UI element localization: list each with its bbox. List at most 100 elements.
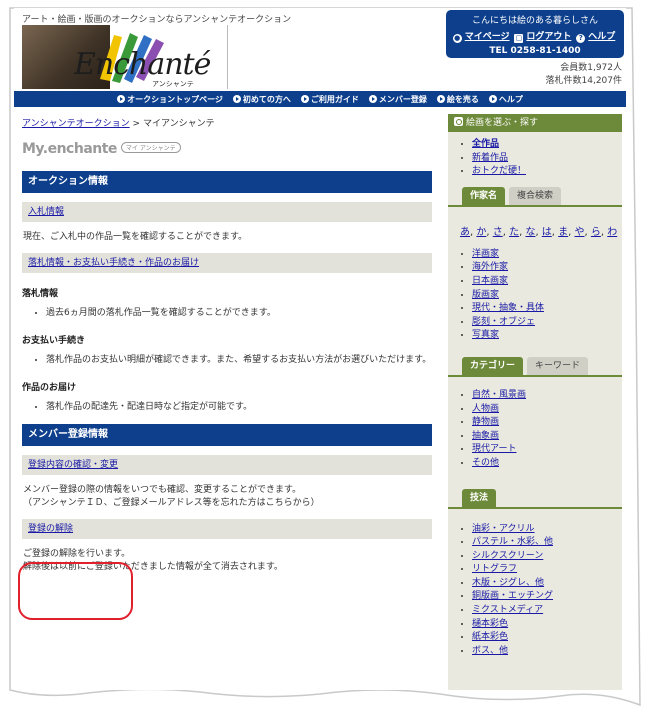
person-icon: ● bbox=[452, 34, 462, 43]
sidebar-heading: 絵画を選ぶ・探す bbox=[448, 114, 622, 132]
breadcrumb-current: マイアンシャンテ bbox=[142, 119, 215, 129]
nav-member-register[interactable]: メンバー登録 bbox=[368, 94, 427, 105]
category-list: 自然・風景画 人物画 静物画 抽象画 現代アート その他 bbox=[472, 389, 622, 471]
list-item[interactable]: 銅版画・エッチング bbox=[472, 590, 622, 604]
site-tagline: アート・絵画・版画のオークションならアンシャンテオークション bbox=[22, 15, 292, 25]
nav-auction-top[interactable]: オークショントップページ bbox=[117, 94, 223, 105]
site-stats: 会員数1,972人 落札件数14,207件 bbox=[546, 62, 623, 88]
member-edit-link[interactable]: 登録内容の確認・変更 bbox=[28, 460, 118, 470]
genre-list: 洋画家 海外作家 日本画家 版画家 現代・抽象・具体 彫刻・オブジェ 写真家 bbox=[472, 248, 622, 343]
technique-list: 油彩・アクリル パステル・水彩、他 シルクスクリーン リトグラフ 木版・ジグレ、… bbox=[472, 523, 622, 659]
arrow-circle-icon bbox=[300, 94, 309, 103]
tab-category[interactable]: カテゴリー bbox=[462, 356, 524, 375]
list-item[interactable]: シルクスクリーン bbox=[472, 550, 622, 564]
payment-list: 落札作品のお支払い明細が確認できます。また、希望するお支払い方法がお選びいただけ… bbox=[46, 354, 432, 367]
list-item[interactable]: 洋画家 bbox=[472, 248, 622, 262]
kana-link[interactable]: ら bbox=[591, 227, 601, 238]
kana-link[interactable]: や bbox=[575, 227, 585, 238]
list-item[interactable]: ボス、他 bbox=[472, 645, 622, 659]
help-icon: ? bbox=[576, 34, 586, 43]
win-info-bar: 落札情報・お支払い手続き・作品のお届け bbox=[22, 253, 432, 273]
tab-artist[interactable]: 作家名 bbox=[462, 186, 506, 205]
member-edit-bar: 登録内容の確認・変更 bbox=[22, 455, 432, 475]
site-logo[interactable]: Enchanté アンシャンテ bbox=[22, 25, 228, 89]
logout-icon: ▢ bbox=[514, 34, 524, 43]
nav-sell[interactable]: 絵を売る bbox=[436, 94, 479, 105]
member-desc-line: （アンシャンテＩＤ、ご登録メールアドレス等を忘れた方はこちらから） bbox=[23, 498, 320, 508]
bid-info-link[interactable]: 入札情報 bbox=[28, 207, 64, 217]
breadcrumb-home[interactable]: アンシャンテオークション bbox=[22, 119, 130, 129]
quick-links: 全作品 新着作品 おトクだ硬！ bbox=[472, 138, 622, 179]
breadcrumb: アンシャンテオークション > マイアンシャンテ bbox=[22, 116, 432, 129]
nav-guide[interactable]: ご利用ガイド bbox=[300, 94, 359, 105]
list-item[interactable]: 木版・ジグレ、他 bbox=[472, 577, 622, 591]
list-item[interactable]: 彫刻・オブジェ bbox=[472, 316, 622, 330]
member-info-heading: メンバー登録情報 bbox=[22, 424, 432, 446]
nav-beginners[interactable]: 初めての方へ bbox=[232, 94, 291, 105]
cancel-desc-line: ご登録の解除を行います。 bbox=[23, 549, 131, 559]
kana-link[interactable]: な bbox=[525, 227, 535, 238]
auction-info-heading: オークション情報 bbox=[22, 171, 432, 193]
nav-help[interactable]: ヘルプ bbox=[488, 94, 523, 105]
list-item[interactable]: おトクだ硬！ bbox=[472, 165, 622, 179]
kana-link[interactable]: た bbox=[509, 227, 519, 238]
logout-link[interactable]: ログアウト bbox=[526, 32, 571, 42]
help-link[interactable]: ヘルプ bbox=[588, 32, 615, 42]
list-item[interactable]: ミクストメディア bbox=[472, 604, 622, 618]
logo-subtitle: アンシャンテ bbox=[152, 80, 194, 88]
list-item[interactable]: 海外作家 bbox=[472, 261, 622, 275]
tab-keyword[interactable]: キーワード bbox=[527, 356, 589, 375]
kana-link[interactable]: さ bbox=[493, 227, 503, 238]
list-item[interactable]: 写真家 bbox=[472, 329, 622, 343]
global-nav: オークショントップページ 初めての方へ ご利用ガイド メンバー登録 絵を売る ヘ… bbox=[14, 91, 626, 107]
list-item[interactable]: その他 bbox=[472, 457, 622, 471]
kana-link[interactable]: は bbox=[542, 227, 552, 238]
kana-link[interactable]: ま bbox=[558, 227, 568, 238]
bid-info-bar: 入札情報 bbox=[22, 202, 432, 222]
win-info-link[interactable]: 落札情報・お支払い手続き・作品のお届け bbox=[28, 258, 199, 268]
member-desc-line: メンバー登録の際の情報をいつでも確認、変更することができます。 bbox=[23, 485, 302, 495]
mypage-link[interactable]: マイページ bbox=[465, 32, 510, 42]
page: アート・絵画・版画のオークションならアンシャンテオークション Enchanté … bbox=[14, 8, 626, 690]
kana-link[interactable]: わ bbox=[607, 227, 617, 238]
list-item[interactable]: 現代・抽象・具体 bbox=[472, 302, 622, 316]
winning-count: 落札件数14,207件 bbox=[545, 76, 623, 86]
list-item[interactable]: 静物画 bbox=[472, 416, 622, 430]
logo-wordmark: Enchanté bbox=[74, 47, 211, 82]
payment-label: お支払い手続き bbox=[22, 336, 86, 346]
list-item[interactable]: 版画家 bbox=[472, 289, 622, 303]
my-enchante-badge: マイ アンシャンテ bbox=[120, 142, 181, 153]
win-list: 過去6ヵ月間の落札作品一覧を確認することができます。 bbox=[46, 307, 432, 320]
list-item[interactable]: 抽象画 bbox=[472, 430, 622, 444]
member-edit-desc: メンバー登録の際の情報をいつでも確認、変更することができます。 （アンシャンテＩ… bbox=[22, 484, 432, 510]
my-enchante-wordmark: My.enchante bbox=[22, 141, 117, 157]
delivery-list: 落札作品の配達先・配達日時など指定が可能です。 bbox=[46, 401, 432, 414]
sidebar: 絵画を選ぶ・探す 全作品 新着作品 おトクだ硬！ 作家名 複合検索 あ, か, … bbox=[448, 114, 622, 690]
technique-heading-row: 技法 bbox=[448, 488, 622, 509]
list-item[interactable]: 自然・風景画 bbox=[472, 389, 622, 403]
user-box: こんにちは絵のある暮らしさん ● マイページ ▢ ログアウト ? ヘルプ TEL 02… bbox=[446, 10, 624, 58]
category-tabs: カテゴリー キーワード bbox=[448, 356, 622, 377]
list-item[interactable]: 紙本彩色 bbox=[472, 631, 622, 645]
arrow-circle-icon bbox=[368, 94, 377, 103]
cancel-registration-link[interactable]: 登録の解除 bbox=[28, 524, 73, 534]
kana-link[interactable]: か bbox=[476, 227, 486, 238]
list-item[interactable]: 人物画 bbox=[472, 403, 622, 417]
list-item[interactable]: 樋本彩色 bbox=[472, 618, 622, 632]
tab-combo-search[interactable]: 複合検索 bbox=[509, 186, 562, 205]
list-item[interactable]: 油彩・アクリル bbox=[472, 523, 622, 537]
kana-link[interactable]: あ bbox=[460, 227, 470, 238]
artist-tabs: 作家名 複合検索 bbox=[448, 186, 622, 207]
list-item[interactable]: リトグラフ bbox=[472, 563, 622, 577]
list-item[interactable]: パステル・水彩、他 bbox=[472, 536, 622, 550]
list-item[interactable]: 新着作品 bbox=[472, 152, 622, 166]
list-item[interactable]: 全作品 bbox=[472, 138, 622, 152]
main-content: アンシャンテオークション > マイアンシャンテ My.enchante マイ アン… bbox=[18, 116, 432, 620]
list-item[interactable]: 日本画家 bbox=[472, 275, 622, 289]
bid-info-desc: 現在、ご入札中の作品一覧を確認することができます。 bbox=[23, 232, 248, 242]
arrow-circle-icon bbox=[117, 94, 126, 103]
phone-number: TEL 0258-81-1400 bbox=[489, 46, 581, 56]
list-item[interactable]: 現代アート bbox=[472, 443, 622, 457]
search-icon bbox=[454, 117, 463, 126]
list-item: 過去6ヵ月間の落札作品一覧を確認することができます。 bbox=[46, 307, 432, 320]
